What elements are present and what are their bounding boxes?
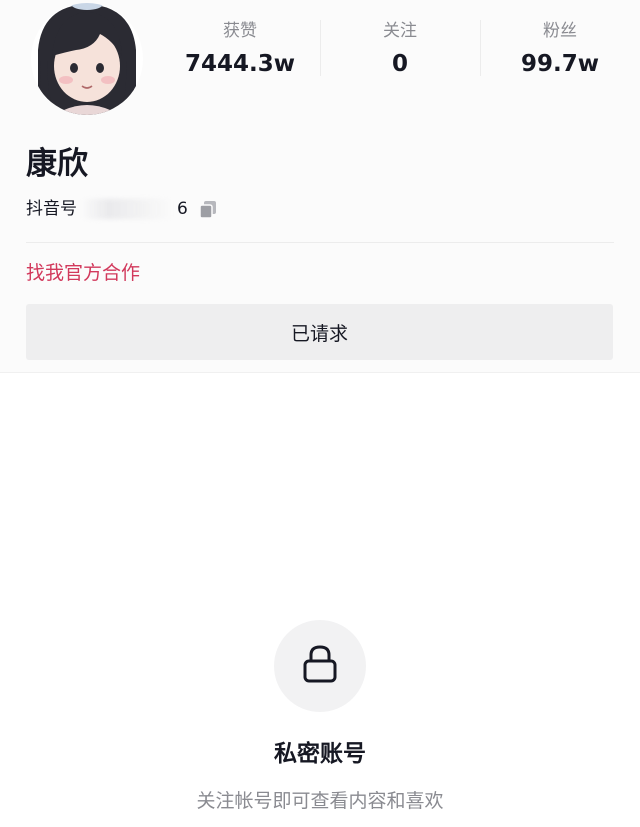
stat-likes-value: 7444.3w: [184, 51, 295, 77]
stat-following-value: 0: [391, 51, 408, 77]
stat-likes[interactable]: 获赞 7444.3w: [160, 14, 320, 84]
stat-following-label: 关注: [383, 21, 417, 41]
requested-button[interactable]: 已请求: [26, 304, 613, 360]
stat-followers[interactable]: 粉丝 99.7w: [480, 14, 640, 84]
copy-icon[interactable]: [198, 199, 218, 219]
stat-likes-label: 获赞: [223, 21, 257, 41]
stat-followers-label: 粉丝: [543, 21, 577, 41]
private-account-notice: 私密账号 关注帐号即可查看内容和喜欢: [0, 620, 640, 815]
private-account-title: 私密账号: [274, 741, 366, 767]
profile-name: 康欣: [26, 146, 88, 182]
douyin-id-redacted: [81, 199, 173, 219]
douyin-id-label: 抖音号: [26, 199, 77, 219]
profile-header: 获赞 7444.3w 关注 0 粉丝 99.7w 康欣 抖音号 6 找我官方合作…: [0, 0, 640, 373]
private-account-description: 关注帐号即可查看内容和喜欢: [196, 790, 444, 812]
avatar[interactable]: [28, 0, 146, 118]
official-cooperation-link[interactable]: 找我官方合作: [26, 258, 140, 288]
stat-following[interactable]: 关注 0: [320, 14, 480, 84]
divider: [26, 242, 614, 243]
lock-badge: [274, 620, 366, 712]
lock-icon: [301, 643, 339, 689]
douyin-id-value: 6: [177, 199, 188, 219]
stat-followers-value: 99.7w: [521, 51, 599, 77]
stats-bar: 获赞 7444.3w 关注 0 粉丝 99.7w: [160, 14, 640, 84]
douyin-id-row: 抖音号 6: [26, 196, 218, 222]
